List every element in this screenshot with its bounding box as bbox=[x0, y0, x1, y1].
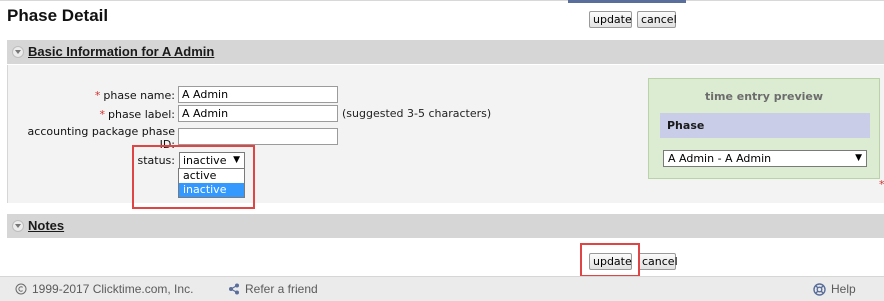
top-tab-indicator bbox=[568, 0, 686, 3]
top-frame bbox=[0, 0, 884, 4]
notes-section-header[interactable]: Notes bbox=[7, 214, 884, 238]
notes-heading[interactable]: Notes bbox=[28, 218, 64, 233]
top-rule bbox=[0, 0, 884, 1]
refer-a-friend-label[interactable]: Refer a friend bbox=[245, 282, 318, 296]
preview-title: time entry preview bbox=[704, 90, 824, 103]
phase-name-label: * phase name: bbox=[60, 89, 175, 102]
copyright-icon bbox=[15, 283, 27, 295]
update-highlight-box bbox=[580, 243, 640, 277]
phase-label-input[interactable] bbox=[178, 105, 338, 122]
share-icon bbox=[229, 283, 239, 295]
required-marker-side: * bbox=[879, 178, 884, 191]
preview-select-value: A Admin - A Admin bbox=[668, 152, 772, 165]
required-marker: * bbox=[99, 108, 106, 121]
accounting-id-input[interactable] bbox=[178, 128, 338, 145]
cancel-button-bottom[interactable]: cancel bbox=[638, 253, 678, 270]
collapse-icon[interactable] bbox=[12, 220, 24, 232]
phase-label-hint: (suggested 3-5 characters) bbox=[342, 107, 492, 120]
phase-label-label-text: phase label: bbox=[108, 108, 175, 121]
cancel-button-top[interactable]: cancel bbox=[637, 11, 677, 28]
required-marker: * bbox=[94, 89, 101, 102]
collapse-icon[interactable] bbox=[12, 46, 24, 58]
status-highlight-box bbox=[132, 145, 255, 209]
chevron-down-icon: ▼ bbox=[855, 153, 862, 163]
preview-header: Phase bbox=[660, 113, 870, 138]
phase-name-input[interactable] bbox=[178, 86, 338, 103]
help-label[interactable]: Help bbox=[831, 282, 856, 296]
update-button-top[interactable]: update bbox=[589, 11, 632, 28]
preview-phase-select[interactable]: A Admin - A Admin ▼ bbox=[663, 150, 867, 167]
page-title: Phase Detail bbox=[7, 6, 109, 25]
footer: 1999-2017 Clicktime.com, Inc. Refer a fr… bbox=[0, 276, 884, 301]
basic-info-section-header[interactable]: Basic Information for A Admin bbox=[7, 40, 884, 64]
phase-label-label: * phase label: bbox=[60, 108, 176, 121]
help-link[interactable]: Help bbox=[813, 282, 856, 296]
lifebuoy-icon bbox=[813, 282, 826, 296]
phase-name-label-text: phase name: bbox=[103, 89, 175, 102]
basic-info-heading[interactable]: Basic Information for A Admin bbox=[28, 44, 214, 59]
copyright: 1999-2017 Clicktime.com, Inc. bbox=[15, 282, 193, 296]
copyright-text: 1999-2017 Clicktime.com, Inc. bbox=[32, 282, 194, 296]
refer-a-friend-link[interactable]: Refer a friend bbox=[228, 282, 318, 296]
